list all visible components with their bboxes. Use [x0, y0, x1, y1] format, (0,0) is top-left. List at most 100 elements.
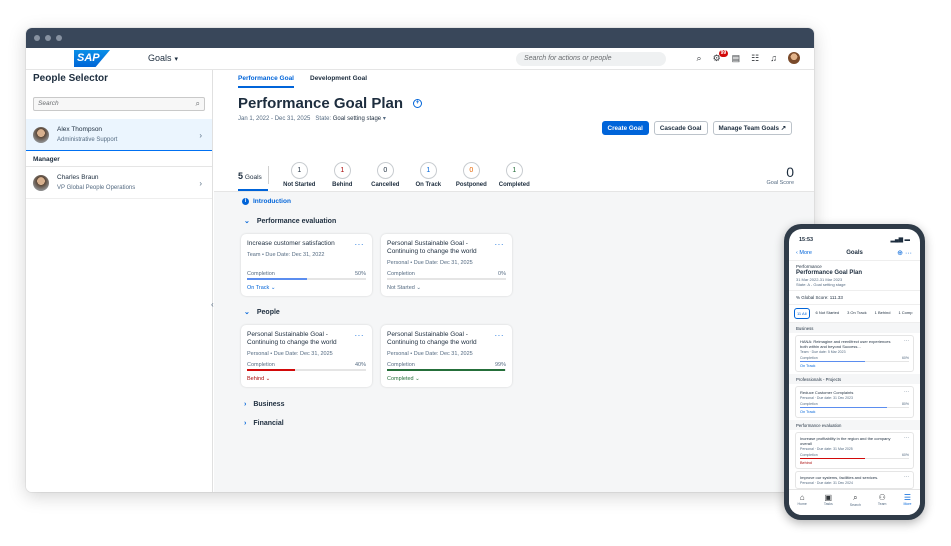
desktop-window: SAP Goals ▾ Search for actions or people … [26, 28, 814, 492]
mobile-tab-home[interactable]: ⌂ Home [798, 493, 807, 515]
window-minimize-dot[interactable] [45, 35, 51, 41]
overflow-icon[interactable]: ··· [904, 338, 909, 344]
stat-count: 1 [505, 162, 523, 179]
stat-filter-completed[interactable]: 1 Completed [494, 162, 535, 188]
overflow-icon[interactable]: ··· [495, 331, 505, 340]
shell-search-input[interactable]: Search for actions or people [516, 52, 666, 66]
chat-icon[interactable]: ☷ [751, 53, 759, 64]
chevron-down-icon: ⌄ [269, 285, 276, 291]
feedback-icon[interactable]: ▤ [732, 53, 741, 64]
section-title: People [256, 308, 280, 316]
section-header[interactable]: ⌄ People [238, 308, 790, 317]
goal-title: Reduce Customer Complaints [800, 390, 854, 395]
mobile-goal-card[interactable]: Improve our systems, facilities and serv… [795, 471, 914, 489]
mobile-filter-chip[interactable]: 11 All [794, 308, 810, 319]
mobile-goal-card[interactable]: HANA: Reimagine and reenllfrect user exp… [795, 335, 914, 372]
mobile-filter-chip[interactable]: 6 Not Started [814, 308, 842, 319]
external-link-icon: ↗ [780, 125, 786, 132]
stat-filter-cancelled[interactable]: 0 Cancelled [365, 162, 406, 188]
main-content: Performance Goal Development Goal Perfor… [214, 70, 814, 492]
sap-logo[interactable]: SAP [74, 50, 110, 67]
section-header[interactable]: ⌄ Performance evaluation [238, 217, 790, 226]
goal-card[interactable]: Increase customer satisfaction Team • Due… [241, 234, 372, 296]
mobile-tab-search[interactable]: ⌕ Search [850, 493, 861, 515]
overflow-icon[interactable]: ··· [904, 435, 909, 441]
notification-badge: 99 [718, 49, 729, 57]
mobile-tab-label: Team [877, 502, 887, 506]
overflow-icon[interactable]: ··· [495, 240, 505, 249]
team-icon: ⚇ [878, 493, 886, 502]
manage-team-goals-button[interactable]: Manage Team Goals ↗ [712, 121, 792, 135]
stat-filter-postponed[interactable]: 0 Postponed [451, 162, 492, 188]
mobile-plan-title: Performance Goal Plan [796, 270, 863, 276]
status-dropdown[interactable]: On Track ⌄ [247, 285, 275, 291]
mobile-goal-card[interactable]: Increase profitability in the region and… [795, 432, 914, 469]
bell-icon[interactable]: ♫ [770, 53, 777, 63]
overflow-icon[interactable]: ··· [355, 331, 365, 340]
introduction-link[interactable]: i Introduction [238, 198, 790, 205]
mobile-filter-chip[interactable]: 1 Comp [896, 308, 914, 319]
status-dropdown[interactable]: Not Started ⌄ [387, 285, 421, 291]
mobile-filter-chip[interactable]: 1 Behind [873, 308, 893, 319]
user-avatar[interactable] [788, 52, 800, 64]
window-maximize-dot[interactable] [56, 35, 62, 41]
mobile-tab-team[interactable]: ⚇ Team [878, 493, 887, 515]
person-item-selected[interactable]: Alex Thompson Administrative Support › [26, 119, 212, 151]
goal-card[interactable]: Personal Sustainable Goal - Continuing t… [381, 325, 512, 387]
collapsed-sections: › Business › Financial [238, 401, 790, 427]
goal-card[interactable]: Personal Sustainable Goal - Continuing t… [241, 325, 372, 387]
mobile-tab-more[interactable]: ☰ More [903, 493, 911, 515]
status-text: Completed [387, 376, 414, 382]
section-title: Performance evaluation [256, 217, 337, 225]
status-dropdown[interactable]: Behind ⌄ [247, 376, 270, 382]
section-header-collapsed[interactable]: › Business [238, 401, 790, 408]
create-goal-button[interactable]: Create Goal [601, 121, 649, 135]
window-close-dot[interactable] [34, 35, 40, 41]
chevron-down-icon: ⌄ [244, 309, 250, 316]
back-button[interactable]: ‹ More [796, 250, 812, 256]
overflow-icon[interactable]: ··· [905, 250, 912, 257]
mobile-goal-card[interactable]: Reduce Customer Complaints Personal · Due… [795, 386, 914, 418]
overflow-icon[interactable]: ··· [355, 240, 365, 249]
mobile-tab-bar: ⌂ Home ▣ Tasks ⌕ Search ⚇ Team ☰ More [789, 489, 920, 515]
stat-filter-behind[interactable]: 1 Behind [322, 162, 363, 188]
stat-label: Postponed [455, 182, 487, 188]
completion-label: Completion [800, 402, 818, 406]
state-value[interactable]: Goal setting stage [333, 116, 381, 122]
person-item-manager[interactable]: Charles Braun VP Global People Operation… [26, 167, 212, 199]
search-icon[interactable]: ⌕ [196, 98, 200, 110]
mobile-filter-chip[interactable]: 3 On Track [845, 308, 869, 319]
chevron-right-icon: › [199, 131, 202, 140]
add-icon[interactable]: ⊕ [897, 250, 903, 257]
goals-total-underline [238, 189, 268, 191]
goal-cards: Personal Sustainable Goal - Continuing t… [238, 325, 790, 387]
notifications-icon[interactable]: ⚙ 99 [713, 49, 729, 64]
stat-count: 0 [462, 162, 480, 179]
search-icon[interactable]: ⌕ [697, 53, 702, 64]
state-label: State: [315, 116, 332, 122]
stat-label: Not Started [283, 182, 316, 188]
goal-card[interactable]: Personal Sustainable Goal - Continuing t… [381, 234, 512, 296]
stat-filter-on-track[interactable]: 1 On Track [408, 162, 449, 188]
chevron-down-icon: ▾ [174, 56, 179, 63]
section-header-collapsed[interactable]: › Financial [238, 420, 790, 427]
mobile-tab-tasks[interactable]: ▣ Tasks [824, 493, 833, 515]
tab-development-goal[interactable]: Development Goal [310, 70, 367, 88]
stat-filter-not-started[interactable]: 1 Not Started [279, 162, 320, 188]
status-text: On Track [800, 364, 816, 368]
chevron-right-icon: › [244, 401, 247, 408]
chevron-down-icon[interactable]: ▾ [383, 116, 386, 122]
plus-icon[interactable]: + [413, 99, 423, 108]
goal-score-label: Goal Score [766, 180, 794, 186]
goals-total[interactable]: 5 Goals [238, 171, 262, 181]
people-search-input[interactable]: Search ⌕ [33, 97, 205, 111]
status-filters: 1 Not Started 1 Behind 0 Cancelled 1 On Track 0 P… [279, 162, 535, 188]
overflow-icon[interactable]: ··· [904, 474, 909, 480]
person-role: VP Global People Operations [57, 185, 136, 191]
status-dropdown[interactable]: Completed ⌄ [387, 376, 420, 382]
tab-performance-goal[interactable]: Performance Goal [238, 70, 294, 88]
app-title-menu[interactable]: Goals ▾ [148, 53, 178, 63]
goal-title: Personal Sustainable Goal - Continuing t… [247, 331, 337, 346]
overflow-icon[interactable]: ··· [904, 389, 909, 395]
cascade-goal-button[interactable]: Cascade Goal [653, 121, 708, 135]
